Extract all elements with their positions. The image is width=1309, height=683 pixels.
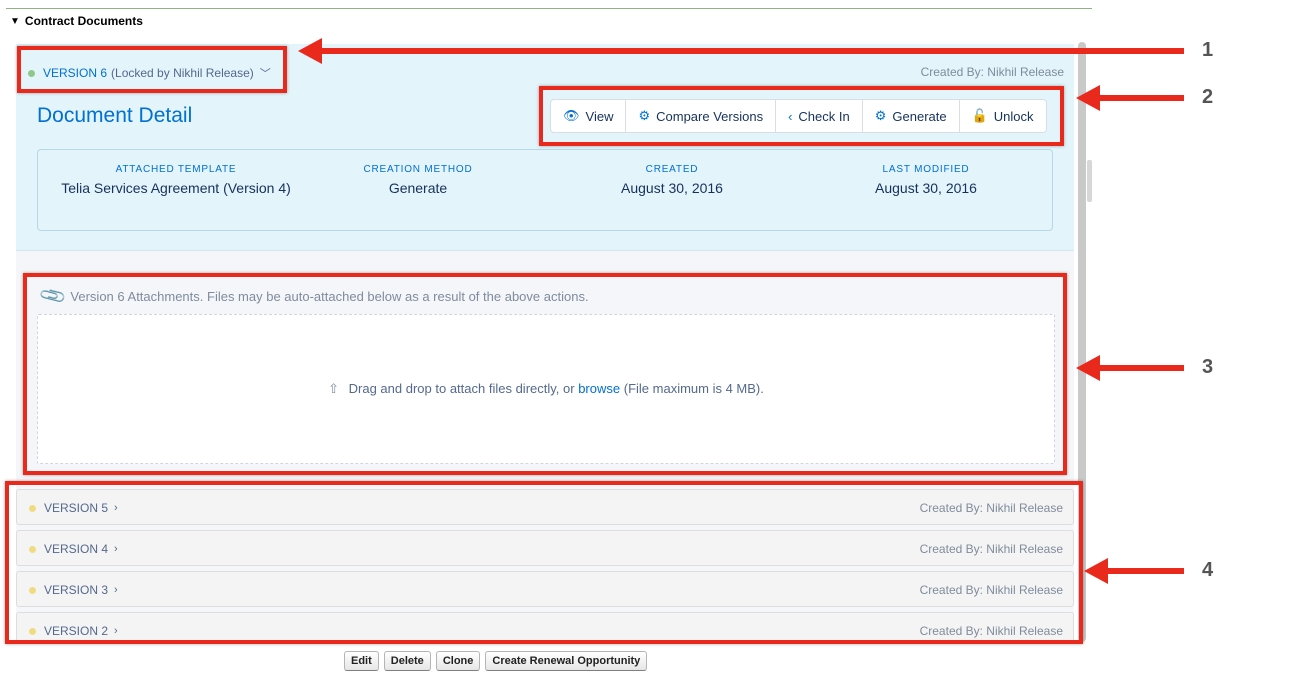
contract-documents-panel: VERSION 6 (Locked by Nikhil Release) ﹀ C… — [16, 44, 1074, 640]
view-button-label: View — [585, 108, 614, 124]
chevron-down-icon[interactable]: ﹀ — [260, 65, 271, 81]
clone-button[interactable]: Clone — [435, 651, 481, 671]
created-label: CREATED — [645, 164, 699, 175]
arrow-4-head — [1084, 558, 1108, 584]
compare-versions-label: Compare Versions — [656, 108, 764, 124]
current-version-detail: VERSION 6 (Locked by Nikhil Release) ﹀ C… — [16, 44, 1074, 251]
created-value: August 30, 2016 — [621, 180, 723, 196]
attached-template-value: Telia Services Agreement (Version 4) — [61, 180, 291, 196]
eye-icon: 👁 — [563, 108, 580, 123]
upload-icon: ⇧ — [328, 381, 340, 396]
arrow-3-head — [1076, 355, 1100, 381]
arrow-2-head — [1076, 85, 1100, 111]
record-action-bar: Edit Delete Clone Create Renewal Opportu… — [344, 651, 648, 671]
unlock-label: Unlock — [993, 108, 1034, 124]
callout-number-1: 1 — [1202, 39, 1214, 61]
gears-icon: ⚙ — [874, 108, 887, 123]
status-dot-icon — [29, 627, 36, 635]
check-in-button[interactable]: ‹ Check In — [776, 100, 863, 132]
current-version-created-by: Created By: Nikhil Release — [920, 65, 1064, 79]
chevron-right-icon[interactable]: › — [114, 625, 118, 637]
version-label: VERSION 2 — [44, 624, 109, 638]
arrow-1-shaft — [320, 48, 1184, 54]
version-card-4[interactable]: VERSION 4 › Created By: Nikhil Release — [16, 530, 1074, 566]
section-title: Contract Documents — [24, 14, 143, 28]
unlock-button[interactable]: 🔓 Unlock — [960, 100, 1046, 132]
lock-note: (Locked by Nikhil Release) — [111, 66, 254, 80]
version-created-by: Created By: Nikhil Release — [919, 542, 1063, 556]
chevron-right-icon[interactable]: › — [114, 543, 118, 555]
arrow-2-shaft — [1098, 95, 1184, 101]
generate-label: Generate — [892, 108, 947, 124]
arrow-3-shaft — [1098, 365, 1184, 371]
attached-template-field: ATTACHED TEMPLATE Telia Services Agreeme… — [56, 164, 296, 197]
panel-scrollbar[interactable] — [1078, 42, 1086, 642]
document-action-group: 👁 View ⚙ Compare Versions ‹ Check In ⚙ G… — [550, 99, 1047, 133]
version-card-3[interactable]: VERSION 3 › Created By: Nikhil Release — [16, 571, 1074, 607]
drop-instructions: ⇧ Drag and drop to attach files directly… — [38, 381, 1054, 397]
last-modified-label: LAST MODIFIED — [882, 164, 970, 175]
status-dot-icon — [29, 586, 36, 594]
chevron-right-icon[interactable]: › — [114, 502, 118, 514]
creation-method-label: CREATION METHOD — [363, 164, 473, 175]
edit-button[interactable]: Edit — [344, 651, 379, 671]
status-dot-icon — [29, 545, 36, 553]
version-label: VERSION 4 — [44, 542, 109, 556]
generate-button[interactable]: ⚙ Generate — [863, 100, 960, 132]
last-modified-field: LAST MODIFIED August 30, 2016 — [806, 164, 1046, 197]
status-dot-icon — [28, 69, 35, 77]
browse-link[interactable]: browse — [578, 381, 620, 396]
current-version-label[interactable]: VERSION 6 — [43, 66, 107, 80]
triangle-down-icon[interactable]: ▼ — [10, 16, 20, 27]
chevron-right-icon[interactable]: › — [114, 584, 118, 596]
section-header[interactable]: ▼ Contract Documents — [10, 14, 143, 28]
created-field: CREATED August 30, 2016 — [552, 164, 792, 197]
drop-prefix: Drag and drop to attach files directly, … — [348, 381, 575, 396]
callout-number-4: 4 — [1202, 559, 1214, 581]
attachments-heading: 📎 Version 6 Attachments. Files may be au… — [38, 281, 589, 310]
creation-method-value: Generate — [388, 180, 448, 196]
scroll-thumb[interactable] — [1087, 160, 1092, 202]
attachments-heading-text: Version 6 Attachments. Files may be auto… — [70, 289, 589, 304]
callout-number-2: 2 — [1202, 86, 1214, 108]
document-detail-title: Document Detail — [37, 104, 193, 127]
section-divider — [6, 8, 1092, 9]
last-modified-value: August 30, 2016 — [875, 180, 977, 196]
callout-number-3: 3 — [1202, 356, 1214, 378]
creation-method-field: CREATION METHOD Generate — [298, 164, 538, 197]
check-in-label: Check In — [798, 108, 850, 124]
version-label: VERSION 5 — [44, 501, 109, 515]
version-created-by: Created By: Nikhil Release — [919, 583, 1063, 597]
view-button[interactable]: 👁 View — [551, 100, 627, 132]
arrow-1-head — [298, 38, 322, 64]
drop-suffix: (File maximum is 4 MB). — [623, 381, 764, 396]
gears-icon: ⚙ — [638, 108, 651, 123]
current-version-toggle[interactable]: VERSION 6 (Locked by Nikhil Release) ﹀ — [28, 65, 271, 81]
version-card-2[interactable]: VERSION 2 › Created By: Nikhil Release — [16, 612, 1074, 640]
compare-versions-button[interactable]: ⚙ Compare Versions — [626, 100, 777, 132]
arrow-4-shaft — [1106, 568, 1184, 574]
version-created-by: Created By: Nikhil Release — [919, 501, 1063, 515]
version-card-5[interactable]: VERSION 5 › Created By: Nikhil Release — [16, 489, 1074, 525]
delete-button[interactable]: Delete — [383, 651, 431, 671]
document-metadata: ATTACHED TEMPLATE Telia Services Agreeme… — [37, 149, 1053, 231]
file-drop-zone[interactable]: ⇧ Drag and drop to attach files directly… — [37, 314, 1055, 464]
unlock-icon: 🔓 — [971, 108, 988, 123]
version-created-by: Created By: Nikhil Release — [919, 624, 1063, 638]
paperclip-icon: 📎 — [38, 281, 68, 311]
create-renewal-opportunity-button[interactable]: Create Renewal Opportunity — [485, 651, 648, 671]
status-dot-icon — [29, 504, 36, 512]
version-label: VERSION 3 — [44, 583, 109, 597]
attached-template-label: ATTACHED TEMPLATE — [115, 164, 237, 175]
chevron-left-icon: ‹ — [788, 108, 793, 124]
